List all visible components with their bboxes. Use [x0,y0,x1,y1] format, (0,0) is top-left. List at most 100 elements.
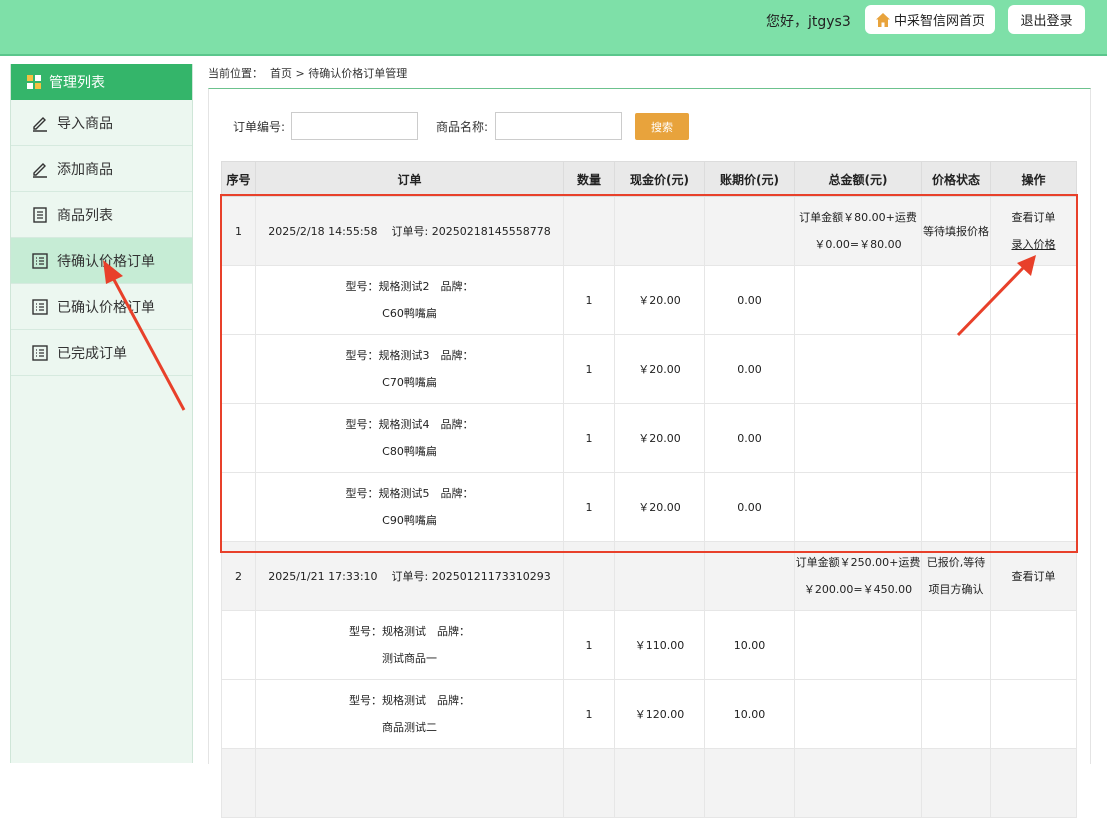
list-icon [32,344,48,361]
item-desc: 型号：规格测试3 品牌： C70鸭嘴扁 [255,334,564,404]
sidebar-header: 管理列表 [11,64,192,100]
user-greeting: 您好，jtgys3 [766,14,851,30]
item-cash-price: ￥20.00 [614,334,705,404]
item-qty: 1 [563,610,615,680]
item-desc: 型号：规格测试4 品牌： C80鸭嘴扁 [255,403,564,473]
sidebar-item-label: 已完成订单 [57,345,127,362]
price-status: 等待填报价格 [921,196,991,266]
order-index: 2 [221,541,256,611]
column-header: 订单 [255,161,564,197]
order-datetime: 2025/2/18 14:55:58 [268,225,378,238]
sidebar-item-label: 导入商品 [57,115,113,132]
item-credit-price: 0.00 [704,334,795,404]
item-credit-price: 10.00 [704,679,795,749]
sidebar-item-confirmed-price-orders[interactable]: 已确认价格订单 [11,284,192,330]
sidebar-item-label: 已确认价格订单 [57,299,155,316]
order-no-label: 订单编号: [233,120,286,134]
item-desc: 型号：规格测试2 品牌： C60鸭嘴扁 [255,265,564,335]
item-credit-price: 0.00 [704,403,795,473]
item-qty: 1 [563,403,615,473]
item-cash-price: ￥20.00 [614,265,705,335]
column-header: 账期价(元) [704,161,795,197]
item-qty: 1 [563,265,615,335]
sidebar-item-import-products[interactable]: 导入商品 [11,100,192,146]
order-row: 1 2025/2/18 14:55:58 订单号: 20250218145558… [221,196,1077,266]
view-order-link[interactable]: 查看订单 [991,568,1076,584]
item-qty: 1 [563,472,615,542]
order-no: 20250121173310293 [431,570,551,583]
search-button[interactable]: 搜索 [635,113,689,140]
item-row: 型号：规格测试4 品牌： C80鸭嘴扁 1 ￥20.00 0.00 [221,403,1077,473]
pencil-icon [33,116,47,132]
product-name-input[interactable] [495,112,622,140]
sidebar-item-product-list[interactable]: 商品列表 [11,192,192,238]
home-button[interactable]: 中采智信网首页 [865,5,995,34]
logout-button[interactable]: 退出登录 [1008,5,1085,34]
sidebar-item-label: 待确认价格订单 [57,253,155,270]
column-header: 总金额(元) [794,161,922,197]
sidebar-item-pending-price-orders[interactable]: 待确认价格订单 [11,238,192,284]
list-icon [32,252,48,269]
breadcrumb-prefix: 当前位置： [208,67,263,80]
item-credit-price: 0.00 [704,472,795,542]
sidebar-item-label: 商品列表 [57,207,113,224]
order-datetime: 2025/1/21 17:33:10 [268,570,378,583]
column-header: 操作 [990,161,1077,197]
pencil-icon [33,162,47,178]
order-info: 2025/1/21 17:33:10 订单号: 2025012117331029… [255,541,564,611]
sidebar-item-completed-orders[interactable]: 已完成订单 [11,330,192,376]
item-credit-price: 10.00 [704,610,795,680]
breadcrumb-separator: > [295,67,305,80]
column-header: 价格状态 [921,161,991,197]
house-icon [875,12,890,27]
item-cash-price: ￥20.00 [614,403,705,473]
order-row [221,748,1077,818]
item-cash-price: ￥120.00 [614,679,705,749]
item-row: 型号：规格测试2 品牌： C60鸭嘴扁 1 ￥20.00 0.00 [221,265,1077,335]
item-cash-price: ￥110.00 [614,610,705,680]
order-total: 订单金额￥250.00+运费 ￥200.00=￥450.00 [794,541,922,611]
order-index: 1 [221,196,256,266]
view-order-link[interactable]: 查看订单 [991,204,1076,231]
breadcrumb-current: 待确认价格订单管理 [308,67,408,80]
column-header: 数量 [563,161,615,197]
item-row: 型号：规格测试 品牌： 测试商品一 1 ￥110.00 10.00 [221,610,1077,680]
breadcrumb: 当前位置： 首页 > 待确认价格订单管理 [208,65,407,81]
enter-price-link[interactable]: 录入价格 [991,231,1076,258]
order-actions: 查看订单 录入价格 [990,196,1077,266]
top-header: 您好，jtgys3 中采智信网首页 退出登录 [0,0,1107,56]
item-qty: 1 [563,334,615,404]
sidebar-item-label: 添加商品 [57,161,113,178]
list-icon [32,298,48,315]
price-status: 已报价,等待 项目方确认 [921,541,991,611]
order-row: 2 2025/1/21 17:33:10 订单号: 20250121173310… [221,541,1077,611]
sidebar-item-add-product[interactable]: 添加商品 [11,146,192,192]
order-actions: 查看订单 [990,541,1077,611]
column-header: 现金价(元) [614,161,705,197]
order-no-input[interactable] [291,112,418,140]
product-name-label: 商品名称: [436,120,489,134]
table-header-row: 序号 订单 数量 现金价(元) 账期价(元) 总金额(元) 价格状态 操作 [221,161,1077,197]
item-row: 型号：规格测试3 品牌： C70鸭嘴扁 1 ￥20.00 0.00 [221,334,1077,404]
item-desc: 型号：规格测试 品牌： 测试商品一 [255,610,564,680]
order-info: 2025/2/18 14:55:58 订单号: 2025021814555877… [255,196,564,266]
item-row: 型号：规格测试5 品牌： C90鸭嘴扁 1 ￥20.00 0.00 [221,472,1077,542]
sidebar-title: 管理列表 [49,75,105,91]
order-no-label: 订单号: [391,225,429,238]
breadcrumb-home-link[interactable]: 首页 [270,67,292,80]
item-desc: 型号：规格测试 品牌： 商品测试二 [255,679,564,749]
order-no: 20250218145558778 [431,225,551,238]
item-cash-price: ￥20.00 [614,472,705,542]
item-credit-price: 0.00 [704,265,795,335]
home-button-label: 中采智信网首页 [893,14,985,29]
item-desc: 型号：规格测试5 品牌： C90鸭嘴扁 [255,472,564,542]
order-total: 订单金额￥80.00+运费 ￥0.00=￥80.00 [794,196,922,266]
item-qty: 1 [563,679,615,749]
document-icon [33,206,47,223]
item-row: 型号：规格测试 品牌： 商品测试二 1 ￥120.00 10.00 [221,679,1077,749]
grid-icon [27,75,41,89]
column-header: 序号 [221,161,256,197]
orders-table: 序号 订单 数量 现金价(元) 账期价(元) 总金额(元) 价格状态 操作 1 … [221,161,1077,818]
order-no-label: 订单号: [391,570,429,583]
sidebar: 管理列表 导入商品 添加商品 商品列表 待确认价格订单 已确认价格订单 已完成订… [10,64,193,763]
